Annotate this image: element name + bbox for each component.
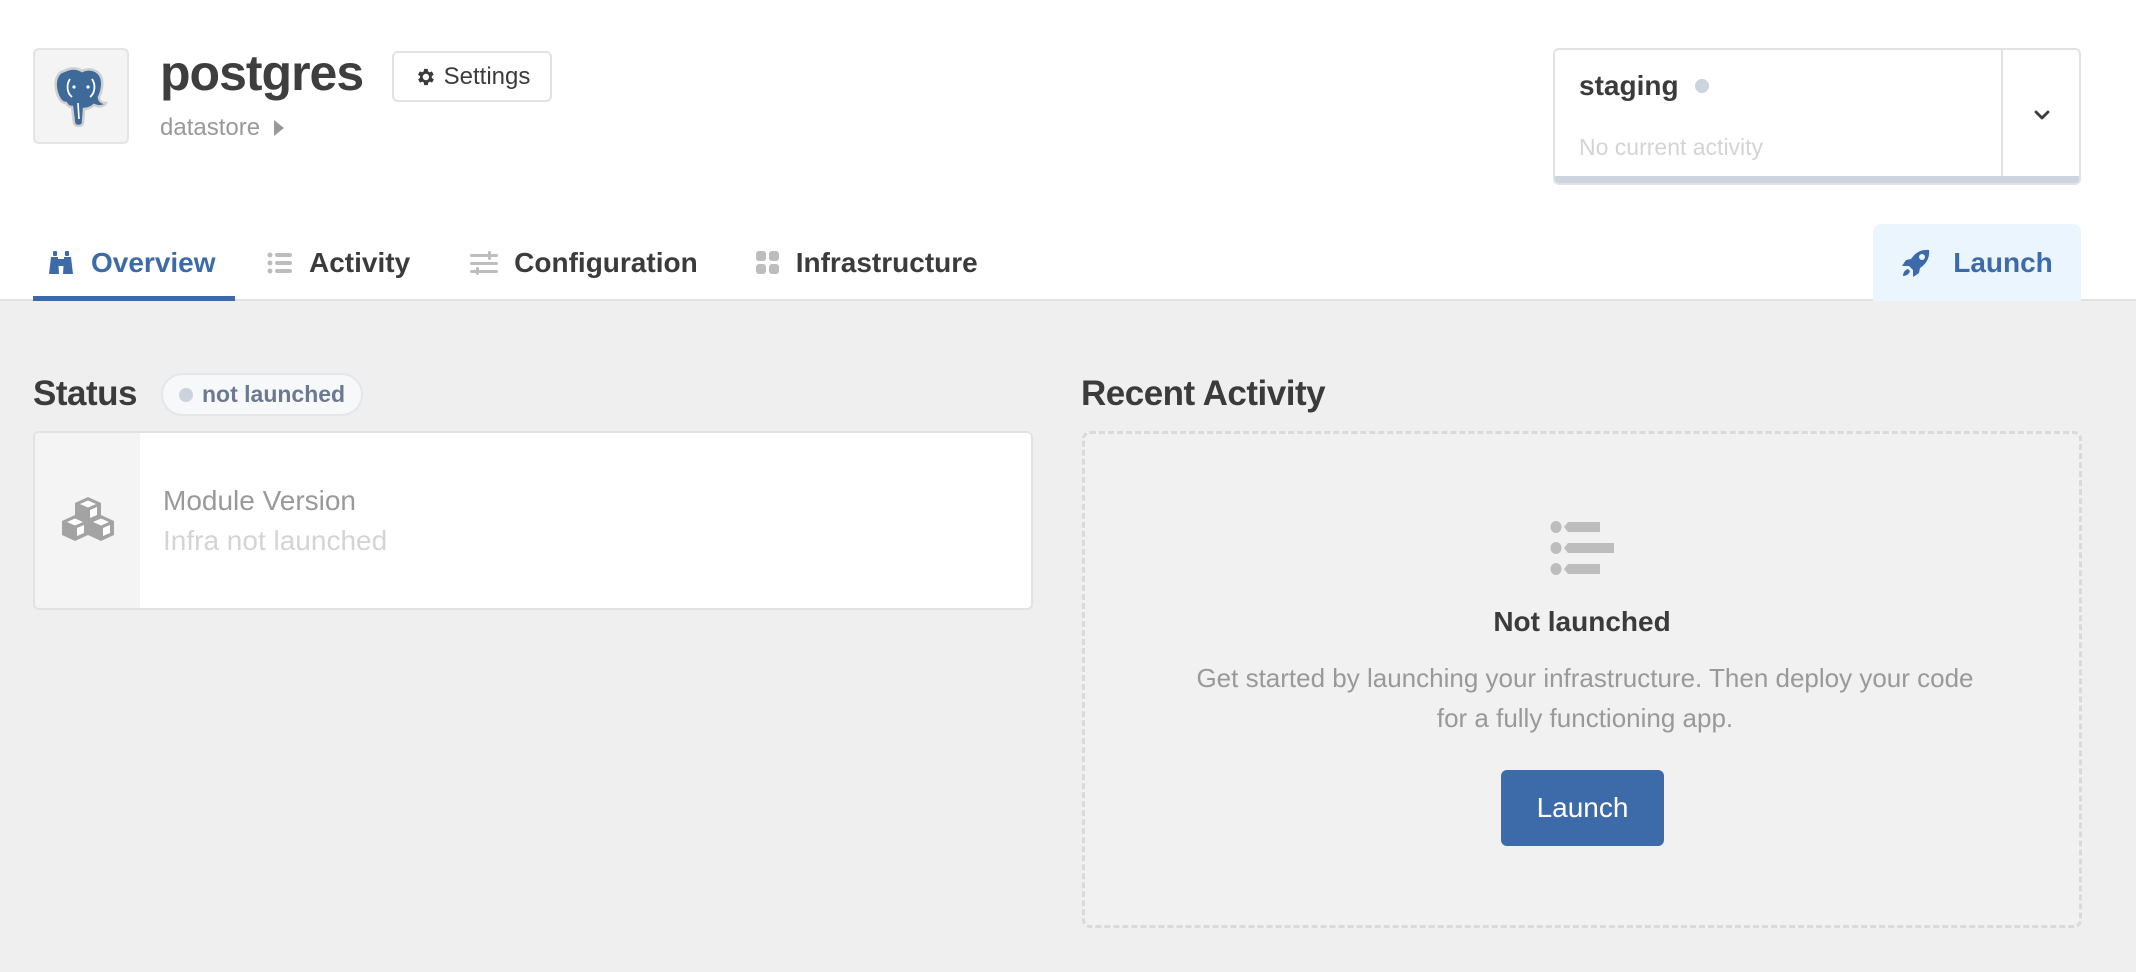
- empty-state-title: Not launched: [1493, 606, 1671, 637]
- tab-label: Activity: [309, 247, 411, 278]
- status-heading: Status: [33, 374, 137, 413]
- gear-icon: [417, 68, 434, 85]
- environment-dropdown-toggle[interactable]: [2003, 50, 2079, 180]
- settings-button[interactable]: Settings: [392, 51, 552, 102]
- recent-activity-heading: Recent Activity: [1081, 374, 1326, 413]
- rocket-icon: [1902, 249, 1930, 277]
- status-dot-icon: [179, 387, 193, 402]
- launch-tab-label: Launch: [1953, 246, 2053, 278]
- module-version-value: Infra not launched: [163, 525, 388, 556]
- environment-activity: No current activity: [1579, 134, 1764, 160]
- app-title: postgres: [160, 45, 364, 101]
- grid-icon: [755, 251, 779, 274]
- status-badge: not launched: [161, 373, 364, 416]
- environment-progress-bar: [1555, 176, 2079, 183]
- caret-right-icon: [274, 120, 285, 136]
- postgres-elephant-icon: [54, 67, 109, 127]
- page-header: postgres Settings datastore staging No c…: [0, 0, 2136, 301]
- cubes-icon: [61, 496, 114, 541]
- environment-status-dot: [1694, 79, 1709, 93]
- tab-label: Infrastructure: [795, 247, 978, 278]
- module-version-card: Module Version Infra not launched: [33, 431, 1033, 610]
- module-version-label: Module Version: [163, 485, 357, 516]
- chevron-down-icon: [2034, 110, 2050, 120]
- tab-configuration[interactable]: Configuration: [456, 226, 712, 300]
- recent-activity-empty-state: Not launched Get started by launching yo…: [1082, 431, 2082, 928]
- tab-label: Configuration: [514, 247, 698, 278]
- tab-bar: Overview Activity Configuration Infrastr…: [33, 226, 992, 301]
- environment-selector[interactable]: staging No current activity: [1553, 48, 2081, 185]
- settings-label: Settings: [443, 62, 531, 90]
- sliders-icon: [470, 251, 499, 275]
- tab-infrastructure[interactable]: Infrastructure: [742, 226, 992, 300]
- launch-tab-button[interactable]: Launch: [1873, 224, 2081, 301]
- list-icon: [267, 252, 292, 274]
- tab-overview[interactable]: Overview: [33, 226, 235, 301]
- app-logo: [33, 48, 129, 144]
- list-icon: [1550, 521, 1614, 575]
- tab-activity[interactable]: Activity: [253, 226, 424, 300]
- launch-button[interactable]: Launch: [1501, 770, 1664, 846]
- environment-info[interactable]: staging No current activity: [1555, 50, 2003, 180]
- tab-label: Overview: [91, 247, 216, 278]
- environment-name: staging: [1579, 70, 1679, 101]
- empty-state-description: Get started by launching your infrastruc…: [1196, 663, 1974, 733]
- module-icon-column: [35, 433, 140, 608]
- breadcrumb[interactable]: datastore: [160, 114, 285, 142]
- status-badge-label: not launched: [202, 381, 346, 407]
- binoculars-icon: [49, 251, 73, 274]
- breadcrumb-item[interactable]: datastore: [160, 114, 260, 142]
